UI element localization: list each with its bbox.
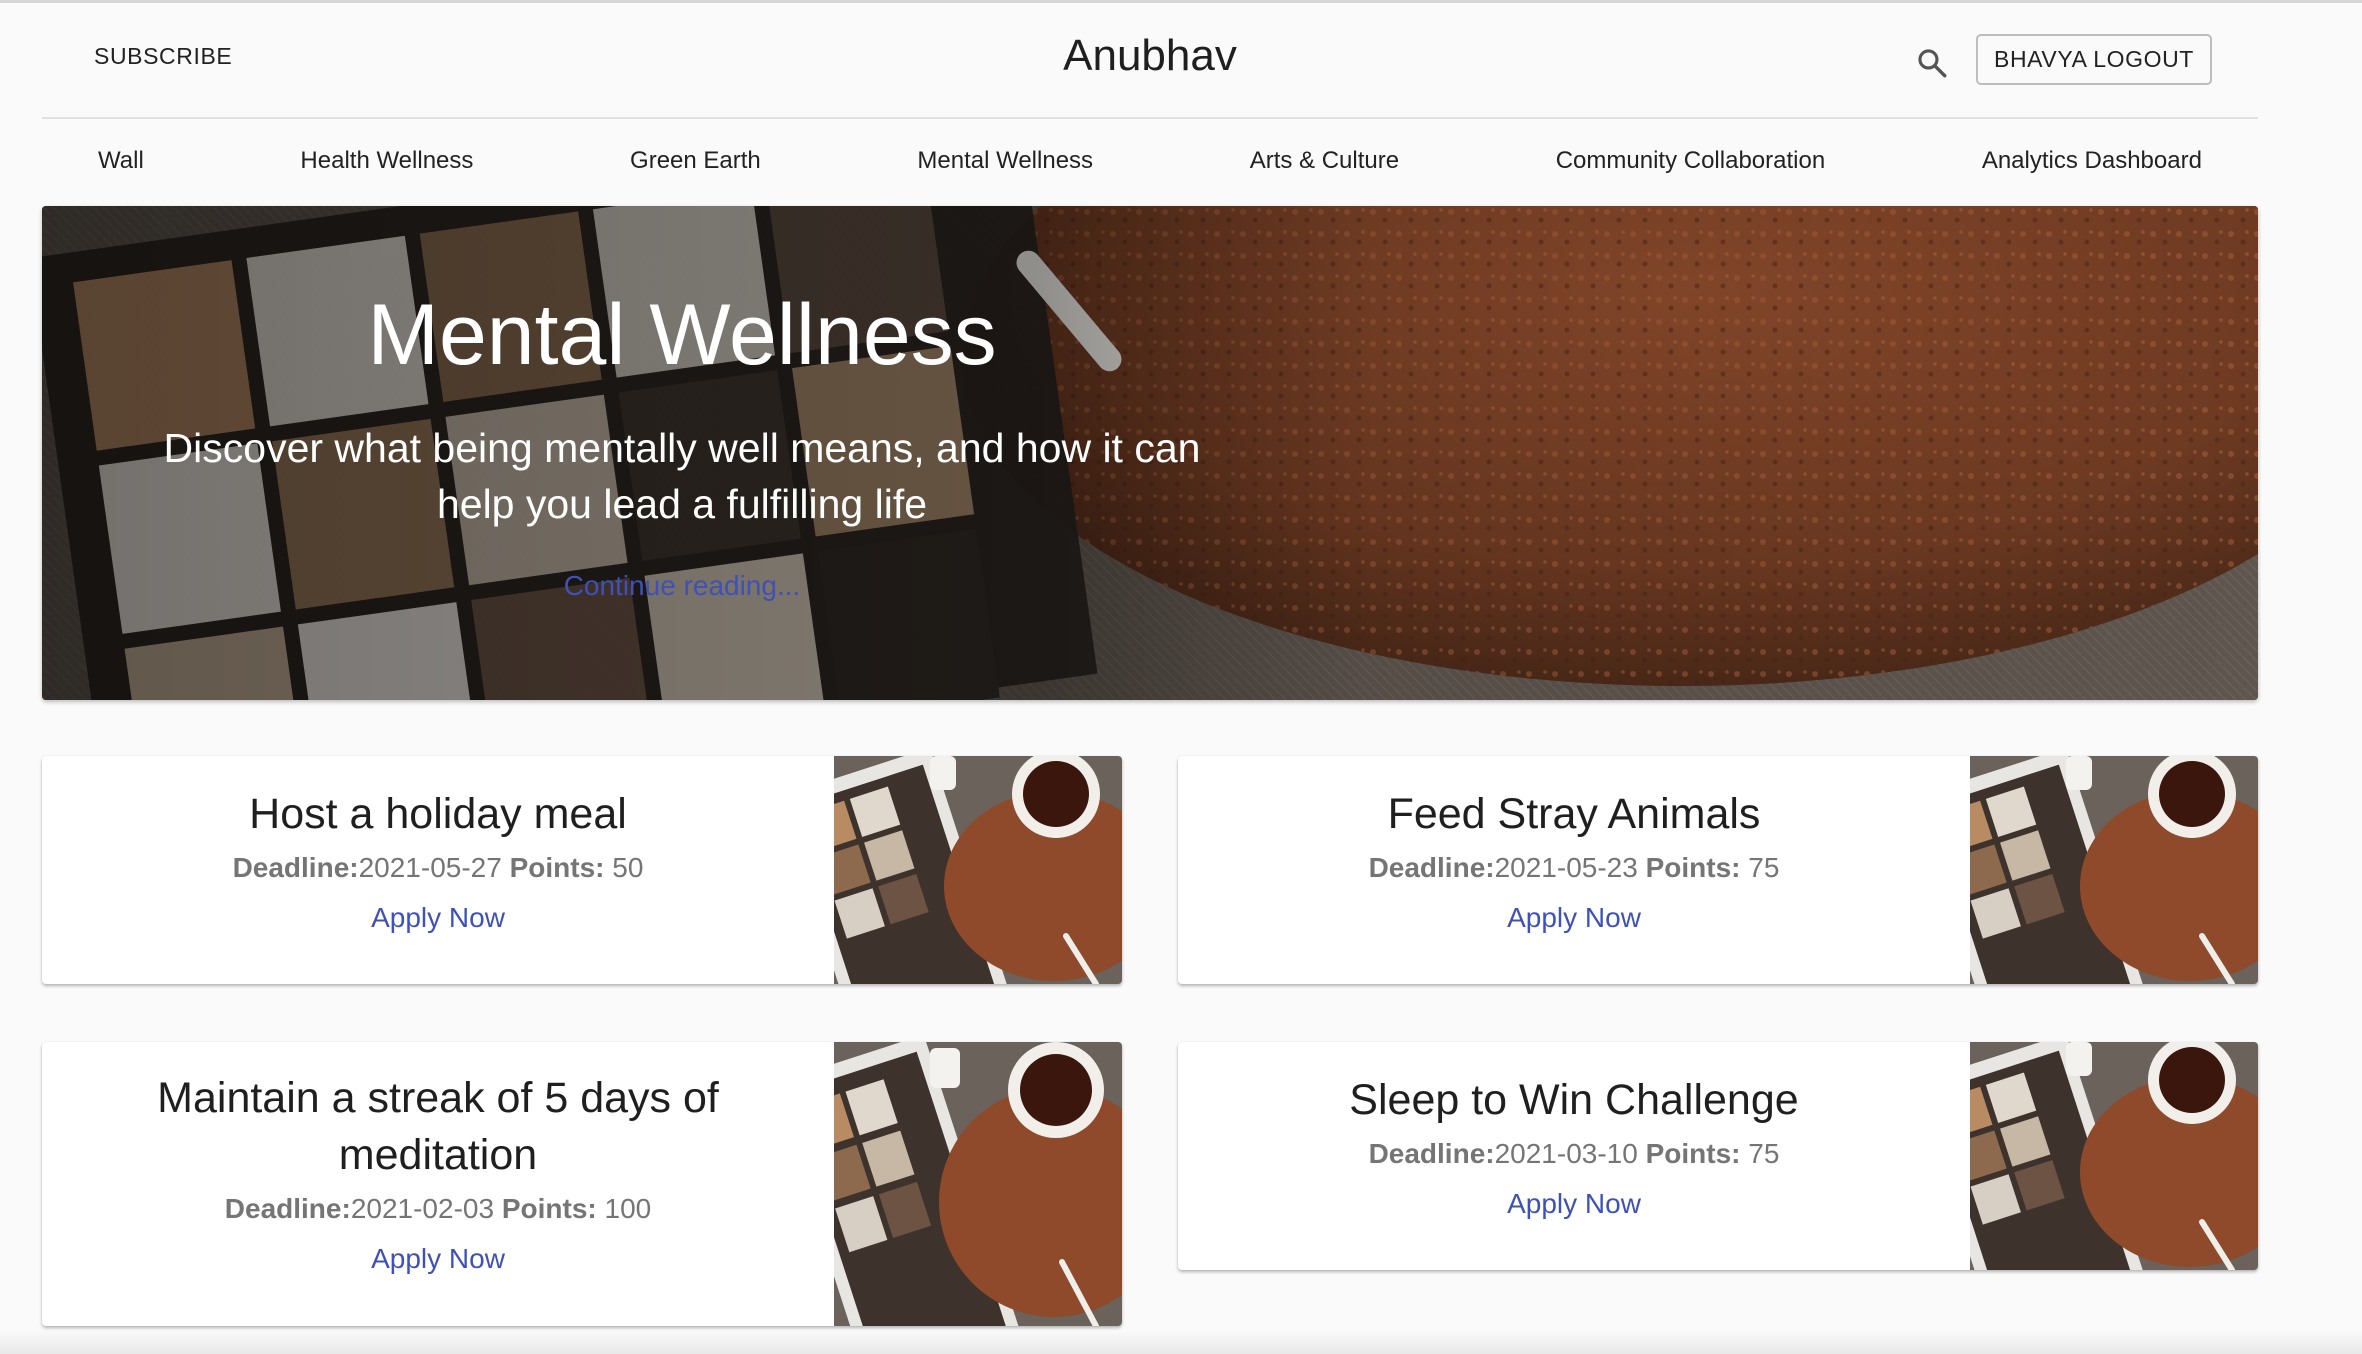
card-content: Host a holiday meal Deadline:2021-05-27 … (42, 756, 834, 984)
nav-item-wall[interactable]: Wall (98, 147, 144, 175)
challenge-card: Feed Stray Animals Deadline:2021-05-23 P… (1178, 756, 2258, 984)
card-thumbnail (834, 756, 1122, 984)
nav-item-arts-culture[interactable]: Arts & Culture (1250, 147, 1399, 175)
points-label: Points: (1645, 1138, 1741, 1169)
points-value: 75 (1748, 852, 1780, 883)
apply-now-button[interactable]: Apply Now (371, 1240, 505, 1278)
hero-title: Mental Wellness (367, 287, 997, 383)
logout-button[interactable]: BHAVYA LOGOUT (1976, 34, 2212, 85)
subscribe-button[interactable]: SUBSCRIBE (94, 43, 232, 70)
page-bottom-edge (0, 1330, 2362, 1354)
deadline-label: Deadline: (1368, 1138, 1495, 1169)
card-meta: Deadline:2021-05-27 Points: 50 (233, 849, 644, 887)
deadline-value: 2021-05-23 (1494, 852, 1638, 883)
search-button[interactable] (1908, 39, 1956, 87)
card-meta: Deadline:2021-03-10 Points: 75 (1369, 1135, 1780, 1173)
deadline-label: Deadline: (232, 852, 359, 883)
deadline-value: 2021-03-10 (1494, 1138, 1638, 1169)
nav-item-analytics-dashboard[interactable]: Analytics Dashboard (1982, 147, 2202, 175)
card-thumbnail (834, 1042, 1122, 1326)
nav-item-mental-wellness[interactable]: Mental Wellness (917, 147, 1093, 175)
challenge-card: Host a holiday meal Deadline:2021-05-27 … (42, 756, 1122, 984)
deadline-value: 2021-02-03 (350, 1193, 495, 1224)
points-label: Points: (509, 852, 605, 883)
points-label: Points: (501, 1193, 597, 1224)
points-value: 50 (612, 852, 644, 883)
card-thumbnail (1970, 1042, 2258, 1270)
nav-item-health-wellness[interactable]: Health Wellness (300, 147, 473, 175)
apply-now-button[interactable]: Apply Now (371, 899, 505, 937)
card-content: Sleep to Win Challenge Deadline:2021-03-… (1178, 1042, 1970, 1270)
card-title: Maintain a streak of 5 days of meditatio… (157, 1074, 719, 1179)
search-icon (1918, 49, 1947, 78)
apply-now-button[interactable]: Apply Now (1507, 1185, 1641, 1223)
card-title: Host a holiday meal (249, 790, 627, 838)
deadline-label: Deadline: (1368, 852, 1495, 883)
points-value: 75 (1748, 1138, 1780, 1169)
card-title: Sleep to Win Challenge (1349, 1076, 1799, 1124)
nav-item-community-collaboration[interactable]: Community Collaboration (1556, 147, 1825, 175)
card-meta: Deadline:2021-02-03 Points: 100 (225, 1190, 651, 1228)
card-content: Maintain a streak of 5 days of meditatio… (42, 1042, 834, 1326)
nav-item-green-earth[interactable]: Green Earth (630, 147, 761, 175)
points-label: Points: (1645, 852, 1741, 883)
card-content: Feed Stray Animals Deadline:2021-05-23 P… (1178, 756, 1970, 984)
hero-banner: Mental Wellness Discover what being ment… (42, 206, 2258, 700)
app-header: SUBSCRIBE Anubhav BHAVYA LOGOUT (42, 3, 2258, 119)
continue-reading-link[interactable]: Continue reading... (132, 570, 1232, 602)
hero-description: Discover what being mentally well means,… (163, 425, 1201, 527)
points-value: 100 (604, 1193, 652, 1224)
deadline-label: Deadline: (224, 1193, 351, 1224)
challenge-card: Sleep to Win Challenge Deadline:2021-03-… (1178, 1042, 2258, 1270)
category-nav: Wall Health Wellness Green Earth Mental … (42, 117, 2258, 205)
challenge-card: Maintain a streak of 5 days of meditatio… (42, 1042, 1122, 1326)
card-title: Feed Stray Animals (1387, 790, 1761, 838)
card-thumbnail (1970, 756, 2258, 984)
card-meta: Deadline:2021-05-23 Points: 75 (1369, 849, 1780, 887)
deadline-value: 2021-05-27 (358, 852, 502, 883)
apply-now-button[interactable]: Apply Now (1507, 899, 1641, 937)
